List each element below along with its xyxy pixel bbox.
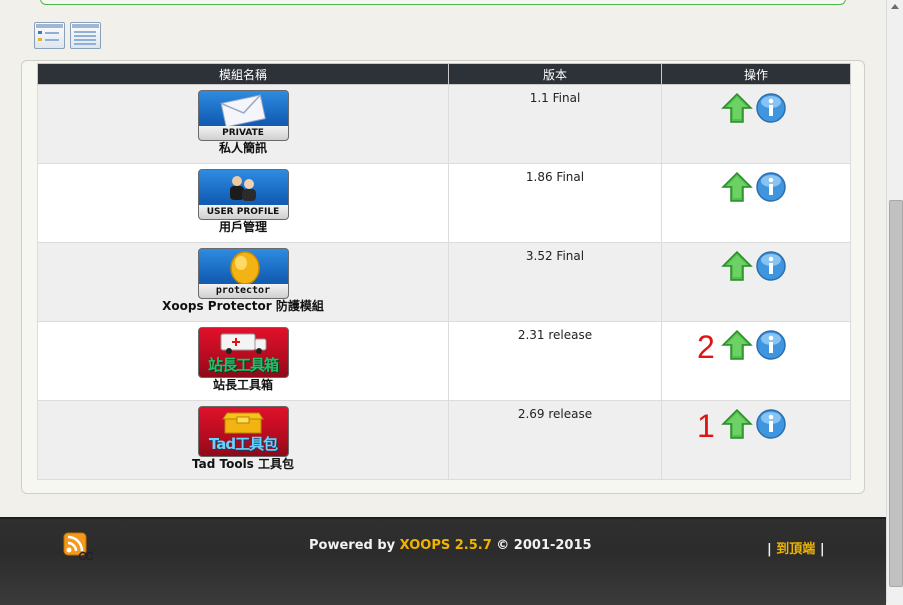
table-header-row: 模組名稱 版本 操作 xyxy=(37,63,851,85)
view-toggle xyxy=(34,22,101,49)
module-logo-profile[interactable]: USER PROFILE xyxy=(197,169,289,220)
annotation-marker: 2 xyxy=(697,329,715,365)
module-name: 私人簡訊 xyxy=(218,141,267,155)
shield-icon xyxy=(199,251,288,288)
scroll-up-icon[interactable] xyxy=(891,4,899,9)
modules-table: 模組名稱 版本 操作 PRIVATE 私人簡訊 1.1 Final USER P… xyxy=(37,63,851,480)
actions-cell: 2 xyxy=(661,321,851,401)
update-arrow-icon[interactable] xyxy=(721,250,753,282)
module-logo-caption: 站長工具箱 xyxy=(207,356,279,374)
header-actions: 操作 xyxy=(661,63,851,85)
annotation-marker: 1 xyxy=(697,408,715,444)
modules-panel: 模組名稱 版本 操作 PRIVATE 私人簡訊 1.1 Final USER P… xyxy=(21,60,865,494)
module-logo-caption: protector xyxy=(198,284,288,298)
header-version[interactable]: 版本 xyxy=(448,63,662,85)
grid-cell-icon xyxy=(38,38,42,41)
actions-group xyxy=(662,171,850,205)
info-icon[interactable] xyxy=(755,250,787,282)
module-cell: Tad工具包 Tad Tools 工具包 xyxy=(37,400,449,480)
module-logo-protector[interactable]: protector xyxy=(197,248,289,299)
module-version: 1.86 Final xyxy=(525,170,585,184)
module-cell: USER PROFILE 用戶管理 xyxy=(37,163,449,243)
module-cell: PRIVATE MESSAGES 私人簡訊 xyxy=(37,84,449,164)
table-row: protector Xoops Protector 防護模組 3.52 Fina… xyxy=(37,242,851,322)
version-cell: 1.86 Final xyxy=(448,163,662,243)
update-arrow-icon[interactable] xyxy=(721,408,753,440)
module-logo-tadtools-admin[interactable]: 站長工具箱 xyxy=(197,327,289,378)
actions-cell xyxy=(661,163,851,243)
info-icon[interactable] xyxy=(755,408,787,440)
module-version: 1.1 Final xyxy=(529,91,581,105)
grid-view-button[interactable] xyxy=(34,22,65,49)
action-icons xyxy=(721,250,787,282)
xoops-link[interactable]: XOOPS 2.5.7 xyxy=(400,538,492,553)
back-to-top: | 到頂端 | xyxy=(767,538,825,557)
module-version: 2.31 release xyxy=(517,328,593,342)
actions-group: 2 xyxy=(662,329,850,363)
powered-by: Powered by XOOPS 2.5.7 © 2001-2015 xyxy=(309,538,592,553)
bar-left: | xyxy=(767,542,777,557)
module-name: Tad Tools 工具包 xyxy=(191,457,295,471)
table-row: PRIVATE MESSAGES 私人簡訊 1.1 Final xyxy=(37,84,851,164)
version-cell: 1.1 Final xyxy=(448,84,662,164)
update-arrow-icon[interactable] xyxy=(721,171,753,203)
module-name: 用戶管理 xyxy=(218,220,267,234)
info-icon[interactable] xyxy=(755,92,787,124)
module-name: Xoops Protector 防護模組 xyxy=(162,299,324,313)
version-cell: 3.52 Final xyxy=(448,242,662,322)
header-module-name[interactable]: 模組名稱 xyxy=(37,63,449,85)
module-name: 站長工具箱 xyxy=(212,378,273,392)
table-row: 站長工具箱 站長工具箱 2.31 release 2 xyxy=(37,321,851,401)
module-logo-tadtools[interactable]: Tad工具包 xyxy=(197,406,289,457)
module-logo-pm[interactable]: PRIVATE MESSAGES xyxy=(197,90,289,141)
module-logo-caption: Tad工具包 xyxy=(208,435,278,453)
actions-cell: 1 xyxy=(661,400,851,480)
back-to-top-link[interactable]: 到頂端 xyxy=(776,542,815,557)
site-footer: Powered by XOOPS 2.5.7 © 2001-2015 | 到頂端… xyxy=(0,517,886,605)
table-row: USER PROFILE 用戶管理 1.86 Final xyxy=(37,163,851,243)
actions-cell xyxy=(661,84,851,164)
users-icon xyxy=(199,172,288,209)
action-icons xyxy=(721,171,787,203)
update-arrow-icon[interactable] xyxy=(721,92,753,124)
action-icons xyxy=(721,92,787,124)
grid-cell-icon xyxy=(38,31,42,34)
envelope-icon xyxy=(199,93,288,130)
list-line xyxy=(74,39,96,41)
module-cell: 站長工具箱 站長工具箱 xyxy=(37,321,449,401)
list-view-button[interactable] xyxy=(70,22,101,49)
top-message-box xyxy=(40,0,846,5)
actions-cell xyxy=(661,242,851,322)
vertical-scrollbar[interactable] xyxy=(886,0,903,603)
grid-line xyxy=(45,32,59,34)
rss-icon[interactable] xyxy=(63,532,93,562)
list-line xyxy=(74,31,96,33)
list-line xyxy=(74,35,96,37)
bar-right: | xyxy=(815,542,825,557)
scrollbar-thumb[interactable] xyxy=(889,200,903,587)
action-icons xyxy=(721,329,787,361)
info-icon[interactable] xyxy=(755,329,787,361)
grid-line xyxy=(45,39,59,41)
copyright: © 2001-2015 xyxy=(491,538,592,553)
window-bar xyxy=(72,24,99,28)
actions-group xyxy=(662,92,850,126)
module-logo-caption: USER PROFILE xyxy=(198,205,288,219)
version-cell: 2.69 release xyxy=(448,400,662,480)
table-row: Tad工具包 Tad Tools 工具包 2.69 release 1 xyxy=(37,400,851,480)
update-arrow-icon[interactable] xyxy=(721,329,753,361)
module-version: 3.52 Final xyxy=(525,249,585,263)
actions-group xyxy=(662,250,850,284)
window-bar xyxy=(36,24,63,28)
action-icons xyxy=(721,408,787,440)
module-cell: protector Xoops Protector 防護模組 xyxy=(37,242,449,322)
page: 模組名稱 版本 操作 PRIVATE 私人簡訊 1.1 Final USER P… xyxy=(0,0,886,605)
module-logo-caption: PRIVATE MESSAGES xyxy=(198,126,288,140)
actions-group: 1 xyxy=(662,408,850,442)
powered-prefix: Powered by xyxy=(309,538,400,553)
version-cell: 2.31 release xyxy=(448,321,662,401)
module-version: 2.69 release xyxy=(517,407,593,421)
list-line xyxy=(74,43,96,45)
info-icon[interactable] xyxy=(755,171,787,203)
